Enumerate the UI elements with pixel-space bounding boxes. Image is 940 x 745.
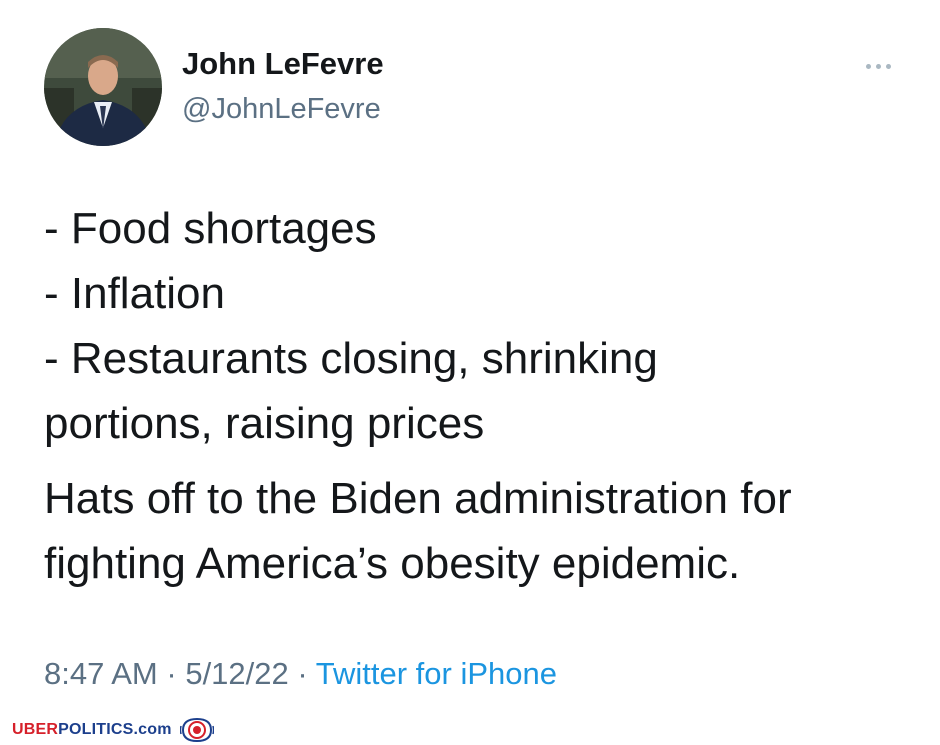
more-horizontal-icon bbox=[885, 63, 891, 69]
avatar[interactable] bbox=[44, 28, 162, 146]
more-horizontal-icon bbox=[875, 63, 881, 69]
tweet-line: fighting America’s obesity epidemic. bbox=[44, 539, 741, 588]
tweet-line: - Inflation bbox=[44, 269, 225, 318]
tweet-line: - Food shortages bbox=[44, 204, 377, 253]
watermark-text: UBERPOLITICS.com bbox=[12, 721, 172, 739]
author-name[interactable]: John LeFevre bbox=[182, 46, 384, 82]
avatar-photo bbox=[44, 28, 162, 146]
author-handle[interactable]: @JohnLeFevre bbox=[182, 93, 381, 126]
tweet-meta: 8:47 AM · 5/12/22 · Twitter for iPhone bbox=[44, 656, 557, 692]
more-options-button[interactable] bbox=[858, 54, 898, 78]
tweet-source-link[interactable]: Twitter for iPhone bbox=[316, 656, 557, 691]
lion-seal-icon bbox=[179, 717, 214, 743]
watermark-politics: POLITICS bbox=[58, 721, 134, 738]
watermark-com: .com bbox=[133, 721, 172, 738]
tweet-time[interactable]: 8:47 AM bbox=[44, 656, 158, 691]
meta-separator: · bbox=[297, 656, 308, 691]
more-horizontal-icon bbox=[865, 63, 871, 69]
tweet-line: Hats off to the Biden administration for bbox=[44, 474, 792, 523]
watermark-uber: UBER bbox=[12, 721, 59, 738]
watermark: UBERPOLITICS.com bbox=[12, 716, 214, 744]
tweet-date[interactable]: 5/12/22 bbox=[185, 656, 288, 691]
tweet-line: portions, raising prices bbox=[44, 399, 485, 448]
tweet-line: - Restaurants closing, shrinking bbox=[44, 334, 658, 383]
tweet-text: - Food shortages - Inflation - Restauran… bbox=[44, 196, 914, 596]
meta-separator: · bbox=[166, 656, 177, 691]
